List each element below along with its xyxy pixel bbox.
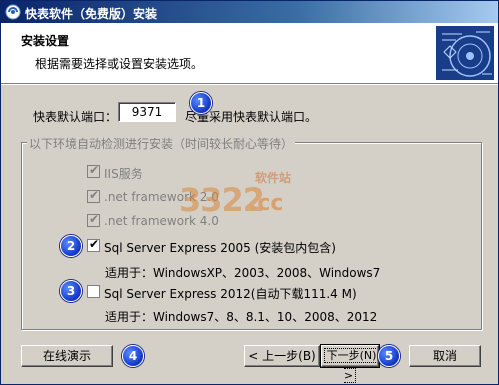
checkbox-label[interactable]: Sql Server Express 2012(自动下载111.4 M) [104,285,357,302]
checkbox-box[interactable]: ✔ [87,237,100,252]
step-badge-5: 5 [378,345,400,367]
next-button-label: 下一步(N) > [323,348,377,383]
next-button[interactable]: 下一步(N) > [320,344,380,383]
cancel-button[interactable]: 取消 [409,345,481,367]
port-input[interactable] [118,102,176,122]
online-demo-button[interactable]: 在线演示 [21,345,113,367]
step-badge-1: 1 [190,92,212,114]
checkbox-label: .net framework 4.0 [104,214,219,228]
port-label: 快表默认端口： [33,110,118,124]
page-title: 安装设置 [21,34,70,48]
checkbox-box: ✔ [87,163,100,178]
sql2005-compat-note: 适用于：WindowsXP、2003、2008、Windows7 [105,266,381,280]
header-panel: 安装设置 根据需要选择或设置安装选项。 [1,23,498,83]
checkbox-label[interactable]: Sql Server Express 2005 (安装包内包含) [104,239,336,256]
step-badge-4: 4 [122,345,144,367]
step-badge-3: 3 [60,280,82,302]
checkmark-icon: ✔ [89,212,100,226]
step-badge-2: 2 [60,235,82,257]
group-legend: 以下环境自动检测进行安装（时间较长耐心等待） [27,135,296,152]
back-button[interactable]: < 上一步(B) [244,345,320,367]
checkbox-box[interactable] [87,285,100,298]
checkbox-label: IIS服务 [104,167,143,181]
header-divider-highlight [1,84,498,85]
title-bar[interactable]: 快表软件（免费版）安装 [1,1,498,23]
installer-window: 快表软件（免费版）安装 安装设置 根据需要选择或设置安装选项。 快表默认端口： … [0,0,499,385]
header-graphic-icon [436,26,494,80]
checkmark-icon: ✔ [89,163,100,177]
window-title: 快表软件（免费版）安装 [25,7,158,21]
checkmark-icon: ✔ [89,237,100,251]
page-subtitle: 根据需要选择或设置安装选项。 [35,57,204,71]
checkbox-label: .net framework 2.0 [104,190,219,204]
checkbox-box: ✔ [87,212,100,227]
app-icon [5,4,21,20]
checkbox-box: ✔ [87,188,100,203]
sql2012-compat-note: 适用于：Windows7、8、8.1、10、2008、2012 [105,310,378,324]
checkmark-icon: ✔ [89,188,100,202]
